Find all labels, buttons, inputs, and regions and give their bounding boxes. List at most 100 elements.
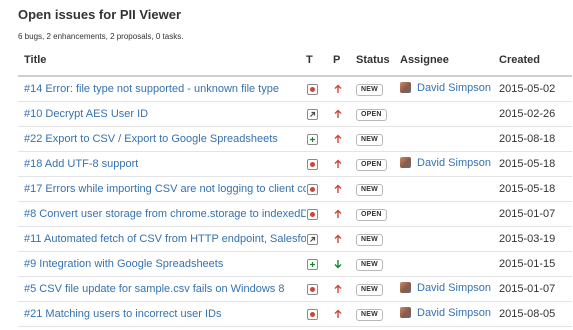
issue-priority-cell: [333, 251, 356, 277]
bug-type-icon: [307, 283, 318, 295]
avatar: [400, 307, 411, 319]
issue-type-cell: [306, 301, 333, 327]
bug-type-icon: [307, 208, 318, 220]
assignee[interactable]: David Simpson: [400, 157, 491, 169]
issue-assignee-cell: [400, 101, 499, 127]
issue-title-cell: #18 Add UTF-8 support: [18, 151, 306, 177]
arrow-up-icon: [333, 134, 343, 144]
column-header-title[interactable]: Title: [18, 44, 306, 77]
column-header-status[interactable]: Status: [356, 44, 400, 77]
issue-status-cell: OPEN: [356, 151, 400, 177]
assignee-name[interactable]: David Simpson: [417, 307, 491, 319]
issue-assignee-cell: David Simpson: [400, 151, 499, 177]
issue-priority-cell: [333, 276, 356, 302]
issue-link[interactable]: #17 Errors while importing CSV are not l…: [24, 183, 306, 195]
table-row: #18 Add UTF-8 support OPEN David Simpson 20…: [18, 151, 572, 177]
bug-type-icon: [307, 83, 318, 95]
issue-link[interactable]: #5 CSV file update for sample.csv fails …: [24, 283, 284, 295]
issue-link[interactable]: #9 Integration with Google Spreadsheets: [24, 258, 223, 270]
page-title: Open issues for PII Viewer: [18, 7, 182, 22]
column-header-created[interactable]: Created: [499, 44, 572, 77]
issue-title-cell: #9 Integration with Google Spreadsheets: [18, 251, 306, 277]
arrow-up-icon: [333, 284, 343, 294]
issue-link[interactable]: #10 Decrypt AES User ID: [24, 108, 148, 120]
issue-type-cell: [306, 101, 333, 127]
issue-status-cell: NEW: [356, 301, 400, 327]
issue-status-cell: NEW: [356, 276, 400, 302]
issue-type-cell: [306, 251, 333, 277]
issue-link[interactable]: #14 Error: file type not supported - unk…: [24, 83, 279, 95]
issue-created-date: 2015-08-18: [499, 126, 572, 152]
column-header-type[interactable]: T: [306, 44, 333, 77]
issue-link[interactable]: #21 Matching users to incorrect user IDs: [24, 308, 221, 320]
table-row: #21 Matching users to incorrect user IDs…: [18, 301, 572, 327]
issue-priority-cell: [333, 126, 356, 152]
issue-priority-cell: [333, 151, 356, 177]
bug-type-icon: [307, 158, 318, 170]
issue-summary: 6 bugs, 2 enhancements, 2 proposals, 0 t…: [18, 32, 184, 41]
issue-assignee-cell: David Simpson: [400, 301, 499, 327]
assignee[interactable]: David Simpson: [400, 282, 491, 294]
issue-priority-cell: [333, 101, 356, 127]
table-row: #11 Automated fetch of CSV from HTTP end…: [18, 226, 572, 252]
table-header-row: Title T P Status Assignee Created: [18, 44, 572, 77]
issue-created-date: 2015-05-18: [499, 151, 572, 177]
issue-assignee-cell: [400, 226, 499, 252]
issue-link[interactable]: #11 Automated fetch of CSV from HTTP end…: [24, 233, 306, 245]
status-badge: NEW: [356, 284, 383, 296]
enhancement-type-icon: [307, 258, 318, 270]
issue-assignee-cell: [400, 126, 499, 152]
status-badge: OPEN: [356, 109, 387, 121]
issue-link[interactable]: #22 Export to CSV / Export to Google Spr…: [24, 133, 278, 145]
issue-created-date: 2015-01-07: [499, 201, 572, 227]
arrow-down-icon: [333, 259, 343, 269]
issue-type-cell: [306, 76, 333, 102]
issue-priority-cell: [333, 201, 356, 227]
issue-priority-cell: [333, 301, 356, 327]
issue-title-cell: #22 Export to CSV / Export to Google Spr…: [18, 126, 306, 152]
issue-status-cell: NEW: [356, 251, 400, 277]
bug-type-icon: [307, 308, 318, 320]
avatar: [400, 282, 411, 294]
issue-title-cell: #14 Error: file type not supported - unk…: [18, 76, 306, 102]
table-row: #9 Integration with Google Spreadsheets N…: [18, 251, 572, 277]
issue-assignee-cell: David Simpson: [400, 276, 499, 302]
issue-title-cell: #10 Decrypt AES User ID: [18, 101, 306, 127]
issue-assignee-cell: [400, 251, 499, 277]
issue-status-cell: NEW: [356, 76, 400, 102]
issue-title-cell: #11 Automated fetch of CSV from HTTP end…: [18, 226, 306, 252]
issue-created-date: 2015-05-18: [499, 176, 572, 202]
issues-table: Title T P Status Assignee Created #14 Er…: [18, 44, 572, 327]
column-header-priority[interactable]: P: [333, 44, 356, 77]
arrow-up-icon: [333, 109, 343, 119]
issue-type-cell: [306, 151, 333, 177]
avatar: [400, 157, 411, 169]
column-header-assignee[interactable]: Assignee: [400, 44, 499, 77]
assignee[interactable]: David Simpson: [400, 307, 491, 319]
status-badge: NEW: [356, 234, 383, 246]
issue-type-cell: [306, 276, 333, 302]
arrow-up-icon: [333, 159, 343, 169]
issue-created-date: 2015-01-07: [499, 276, 572, 302]
issue-status-cell: OPEN: [356, 201, 400, 227]
arrow-up-icon: [333, 209, 343, 219]
issue-priority-cell: [333, 176, 356, 202]
assignee-name[interactable]: David Simpson: [417, 82, 491, 94]
issues-panel: Open issues for PII Viewer 6 bugs, 2 enh…: [0, 0, 573, 330]
issue-assignee-cell: [400, 201, 499, 227]
issue-link[interactable]: #18 Add UTF-8 support: [24, 158, 138, 170]
table-row: #5 CSV file update for sample.csv fails …: [18, 276, 572, 302]
enhancement-type-icon: [307, 133, 318, 145]
table-row: #17 Errors while importing CSV are not l…: [18, 176, 572, 202]
arrow-up-icon: [333, 184, 343, 194]
assignee-name[interactable]: David Simpson: [417, 282, 491, 294]
avatar: [400, 82, 411, 94]
assignee[interactable]: David Simpson: [400, 82, 491, 94]
issue-link[interactable]: #8 Convert user storage from chrome.stor…: [24, 208, 306, 220]
assignee-name[interactable]: David Simpson: [417, 157, 491, 169]
issue-priority-cell: [333, 76, 356, 102]
status-badge: NEW: [356, 84, 383, 96]
issue-title-cell: #21 Matching users to incorrect user IDs: [18, 301, 306, 327]
issue-type-cell: [306, 201, 333, 227]
issue-title-cell: #5 CSV file update for sample.csv fails …: [18, 276, 306, 302]
